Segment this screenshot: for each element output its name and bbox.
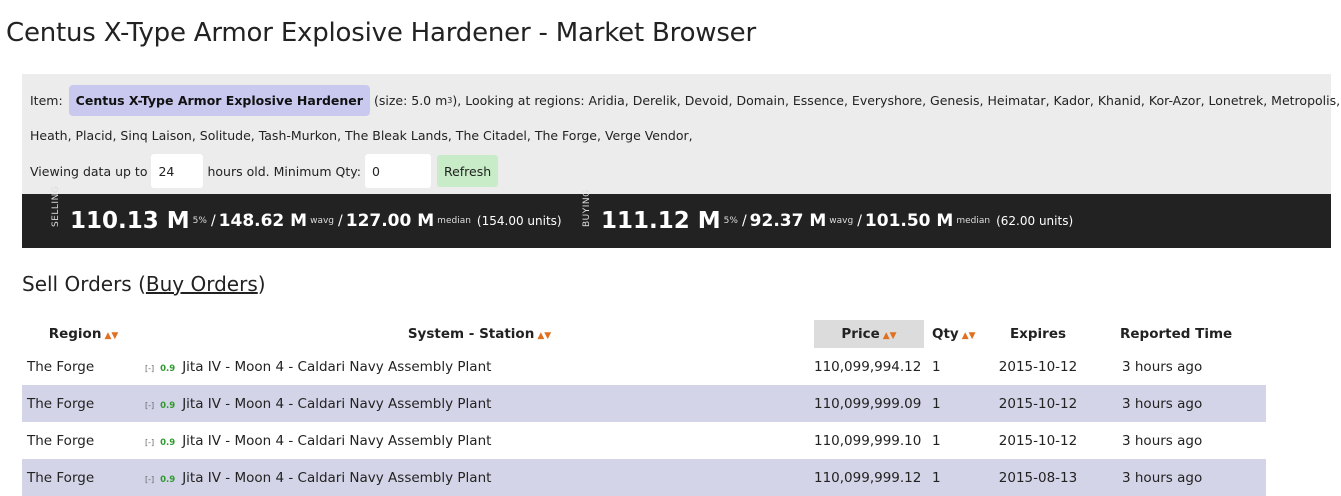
table-row: The Forge [-] 0.9 Jita IV - Moon 4 - Caldar… [22, 348, 1266, 385]
selling-median-tag: median [437, 216, 471, 226]
security-status: 0.9 [160, 474, 176, 485]
separator: / [210, 213, 216, 229]
buy-orders-link[interactable]: Buy Orders [146, 272, 258, 296]
buying-stats: BUYING 111.12 M 5% / 92.37 M wavg / 101.… [581, 189, 1074, 248]
qty-cell: 1 [924, 385, 984, 422]
buying-5pct-tag: 5% [723, 216, 738, 226]
buying-5pct: 111.12 M [601, 208, 721, 234]
station-cell: [-] 0.9 Jita IV - Moon 4 - Caldari Navy As… [145, 348, 814, 385]
price-cell: 110,099,994.12 [814, 358, 922, 375]
filter-line: Viewing data up to hours old. Minimum Qt… [30, 154, 499, 188]
min-qty-input[interactable] [364, 154, 431, 188]
regions-text: ), Looking at regions: Aridia, Derelik, … [452, 92, 1341, 108]
station-name: Jita IV - Moon 4 - Caldari Navy Assembly… [182, 395, 492, 412]
sort-arrows-icon[interactable]: ▲▼ [962, 331, 976, 341]
selling-label: SELLING [51, 185, 61, 227]
regions-text-continued: Heath, Placid, Sinq Laison, Solitude, Ta… [30, 128, 693, 143]
reported-cell: 3 hours ago [1092, 459, 1266, 496]
column-header-region[interactable]: Region ▲▼ [22, 320, 145, 348]
sell-orders-table: Region ▲▼ System - Station ▲▼ Price ▲▼ Qty ▲… [22, 320, 1266, 496]
hours-input[interactable] [151, 154, 204, 188]
selling-stats: SELLING 110.13 M 5% / 148.62 M wavg / 12… [50, 185, 562, 248]
sort-arrows-icon[interactable]: ▲▼ [104, 331, 118, 341]
expires-cell: 2015-10-12 [998, 358, 1078, 375]
qty-cell: 1 [924, 459, 984, 496]
refresh-button[interactable]: Refresh [436, 155, 499, 187]
station-name: Jita IV - Moon 4 - Caldari Navy Assembly… [182, 358, 492, 375]
region-cell: The Forge [27, 432, 95, 449]
station-cell: [-] 0.9 Jita IV - Moon 4 - Caldari Navy As… [145, 459, 814, 496]
viewing-label: Viewing data up to [30, 163, 148, 179]
header-label: Expires [1009, 326, 1067, 342]
item-label: Item: [30, 92, 63, 108]
column-header-price[interactable]: Price ▲▼ [814, 320, 924, 348]
separator: / [857, 213, 862, 229]
buying-median: 101.50 M [864, 211, 954, 231]
security-status: 0.9 [160, 437, 176, 448]
price-cell: 110,099,999.10 [814, 432, 922, 449]
price-cell: 110,099,999.12 [814, 459, 924, 496]
table-header-row: Region ▲▼ System - Station ▲▼ Price ▲▼ Qty ▲… [22, 320, 1266, 348]
buying-units: (62.00 units) [996, 214, 1074, 228]
expires-cell: 2015-08-13 [984, 459, 1092, 496]
item-size-prefix: (size: 5.0 m [373, 92, 448, 108]
expires-cell: 2015-10-12 [984, 385, 1092, 422]
section-title-prefix: Sell Orders ( [22, 272, 146, 296]
selling-units: (154.00 units) [476, 214, 562, 228]
region-cell: The Forge [27, 358, 95, 375]
sort-arrows-icon[interactable]: ▲▼ [537, 331, 551, 341]
buying-median-tag: median [956, 216, 991, 226]
header-label: Price [841, 326, 880, 342]
table-row: The Forge [-] 0.9 Jita IV - Moon 4 - Caldar… [22, 459, 1266, 496]
sell-orders-heading: Sell Orders (Buy Orders) [22, 272, 266, 296]
expand-icon[interactable]: [-] [145, 364, 154, 373]
region-cell: The Forge [22, 459, 145, 496]
separator: / [338, 213, 343, 229]
query-panel: Item: Centus X-Type Armor Explosive Hard… [22, 74, 1341, 194]
selling-median: 127.00 M [345, 211, 435, 231]
station-cell: [-] 0.9 Jita IV - Moon 4 - Caldari Navy As… [145, 422, 814, 459]
selling-wavg: 148.62 M [218, 211, 308, 231]
item-info-line: Item: Centus X-Type Armor Explosive Hard… [30, 84, 1341, 116]
separator: / [741, 213, 747, 229]
expand-icon[interactable]: [-] [145, 475, 154, 484]
station-name: Jita IV - Moon 4 - Caldari Navy Assembly… [182, 469, 492, 486]
buying-label: BUYING [582, 189, 592, 227]
hours-label: hours old. Minimum Qty: [207, 163, 361, 179]
security-status: 0.9 [160, 400, 176, 411]
header-label: Region [48, 326, 102, 342]
station-cell: [-] 0.9 Jita IV - Moon 4 - Caldari Navy As… [145, 385, 814, 422]
expires-cell: 2015-10-12 [998, 432, 1078, 449]
column-header-reported: Reported Time [1092, 320, 1266, 348]
expand-icon[interactable]: [-] [145, 438, 154, 447]
station-name: Jita IV - Moon 4 - Caldari Navy Assembly… [182, 432, 492, 449]
header-label: System - Station [407, 326, 535, 342]
buying-wavg-tag: wavg [829, 216, 854, 226]
page-title: Centus X-Type Armor Explosive Hardener -… [6, 18, 756, 48]
qty-cell: 1 [932, 358, 941, 375]
selling-wavg-tag: wavg [310, 216, 335, 226]
price-stats-bar: SELLING 110.13 M 5% / 148.62 M wavg / 12… [22, 185, 1331, 248]
header-label: Qty [932, 326, 959, 342]
security-status: 0.9 [160, 363, 176, 374]
header-label: Reported Time [1120, 326, 1233, 342]
reported-cell: 3 hours ago [1122, 358, 1203, 375]
qty-cell: 1 [932, 432, 941, 449]
column-header-qty[interactable]: Qty ▲▼ [924, 320, 984, 348]
price-cell: 110,099,999.09 [814, 385, 924, 422]
expand-icon[interactable]: [-] [145, 401, 154, 410]
reported-cell: 3 hours ago [1122, 432, 1203, 449]
buying-wavg: 92.37 M [749, 211, 827, 231]
section-title-suffix: ) [257, 272, 266, 296]
column-header-station[interactable]: System - Station ▲▼ [145, 320, 814, 348]
column-header-expires: Expires [984, 320, 1092, 348]
reported-cell: 3 hours ago [1092, 385, 1266, 422]
table-row: The Forge [-] 0.9 Jita IV - Moon 4 - Caldar… [22, 385, 1266, 422]
item-name-chip[interactable]: Centus X-Type Armor Explosive Hardener [68, 84, 370, 116]
sort-arrows-icon[interactable]: ▲▼ [883, 331, 897, 341]
region-cell: The Forge [22, 385, 145, 422]
table-row: The Forge [-] 0.9 Jita IV - Moon 4 - Caldar… [22, 422, 1266, 459]
selling-5pct-tag: 5% [192, 216, 207, 226]
selling-5pct: 110.13 M [70, 208, 190, 234]
